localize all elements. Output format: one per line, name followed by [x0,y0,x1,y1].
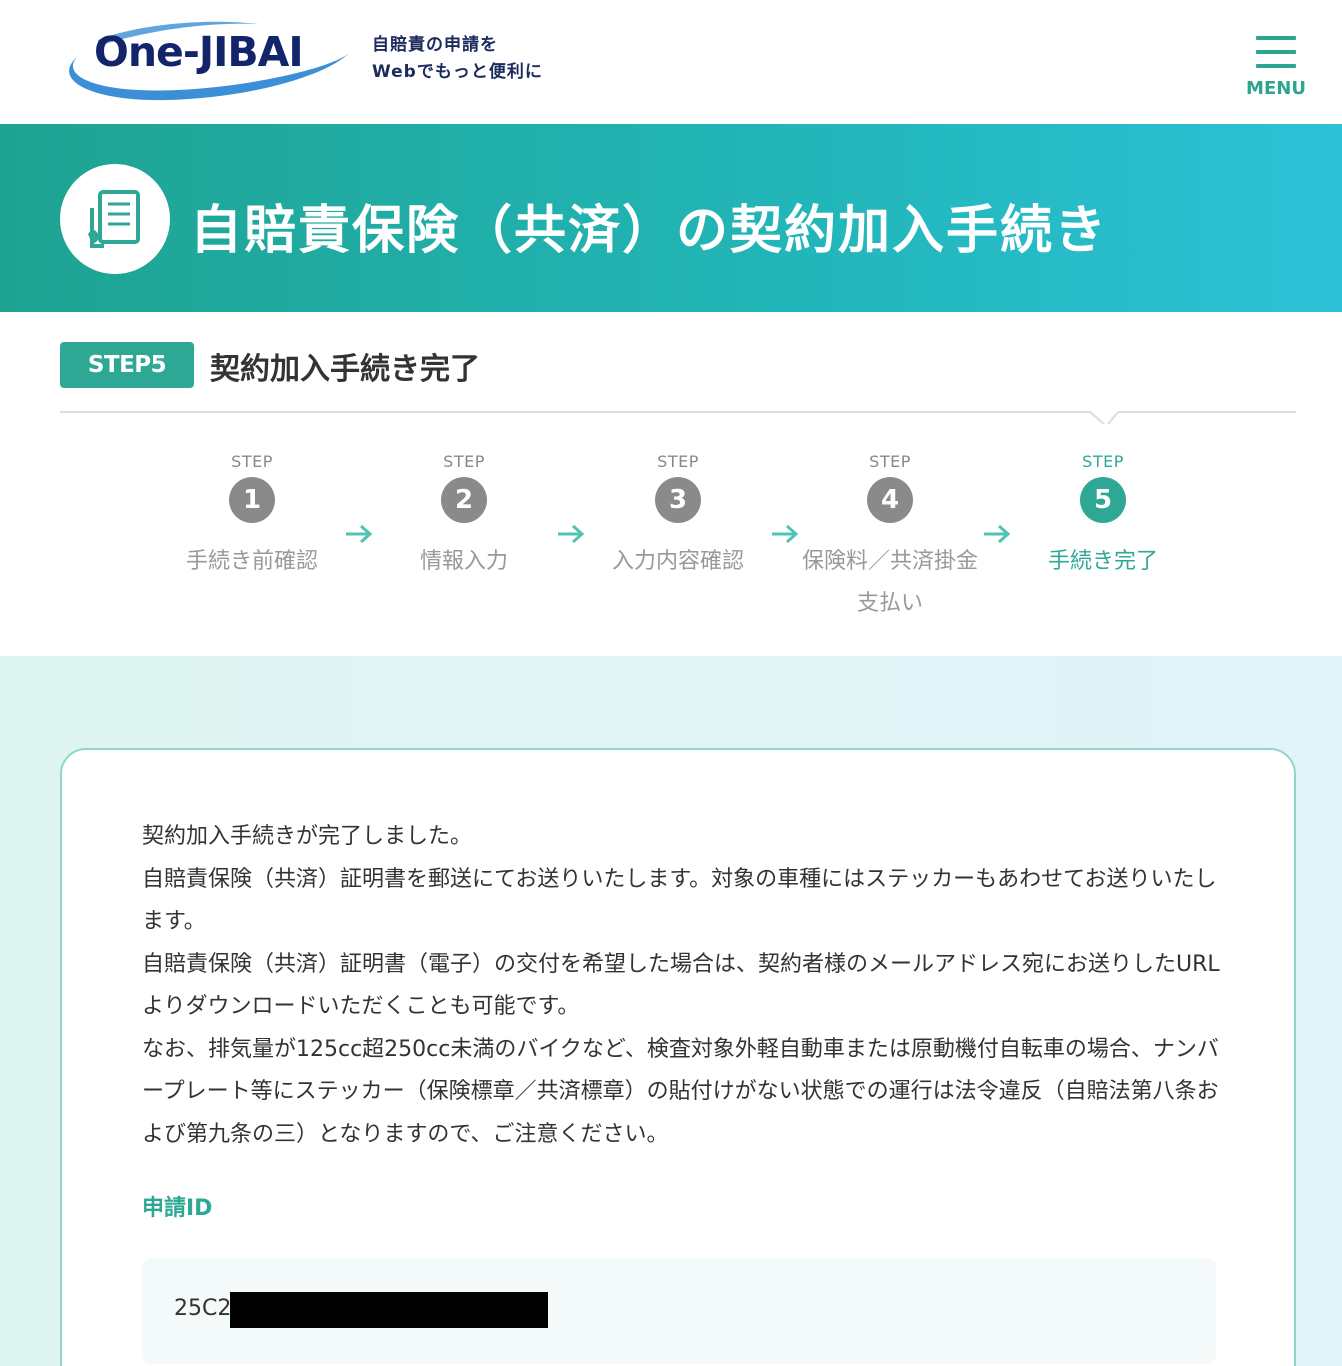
step-number: 5 [1080,477,1126,523]
document-icon [60,164,170,274]
logo-text: One-JIBAI [94,28,304,76]
stepper-step-2: STEP 2 情報入力 [374,452,554,583]
page-banner: 自賠責保険（共済）の契約加入手続き [0,124,1342,312]
site-header: One-JIBAI 自賠責の申請を Webでもっと便利に MENU [0,0,1342,124]
step-small-label: STEP [443,452,485,471]
step-number: 2 [441,477,487,523]
tagline-line2: Webでもっと便利に [372,62,543,82]
completion-card: 契約加入手続きが完了しました。 自賠責保険（共済）証明書を郵送にてお送りいたしま… [60,748,1296,1366]
hamburger-bar [1256,50,1296,54]
hamburger-bar [1256,64,1296,68]
step-small-label: STEP [1082,452,1124,471]
stepper-step-4: STEP 4 保険料／共済掛金支払い [790,452,990,625]
step-label: 手続き前確認 [185,549,318,574]
step-label: 情報入力 [419,549,508,574]
tagline-line1: 自賠責の申請を [372,35,498,55]
step-small-label: STEP [231,452,273,471]
completion-message: 契約加入手続きが完了しました。 自賠責保険（共済）証明書を郵送にてお送りいたしま… [142,816,1222,1156]
step-number: 4 [867,477,913,523]
step-small-label: STEP [657,452,699,471]
step-label: 手続き完了 [1047,549,1158,574]
message-paragraph: 契約加入手続きが完了しました。 [142,824,473,849]
step-number: 3 [655,477,701,523]
step-badge: STEP5 [60,342,194,388]
menu-label: MENU [1246,78,1306,99]
step-number: 1 [229,477,275,523]
arrow-right-icon [558,524,585,544]
page-title: 自賠責保険（共済）の契約加入手続き [190,201,1109,261]
stepper-step-3: STEP 3 入力内容確認 [588,452,768,583]
step-divider [60,411,1296,424]
stepper-step-5: STEP 5 手続き完了 [1013,452,1193,583]
stepper-step-1: STEP 1 手続き前確認 [162,452,342,583]
message-paragraph: 自賠責保険（共済）証明書を郵送にてお送りいたします。対象の車種にはステッカーもあ… [142,866,1217,935]
arrow-right-icon [984,524,1011,544]
arrow-right-icon [346,524,373,544]
tagline: 自賠責の申請を Webでもっと便利に [372,32,543,86]
application-id-label: 申請ID [142,1196,213,1221]
step-label: 入力内容確認 [611,549,744,574]
menu-button[interactable]: MENU [1246,36,1308,100]
application-id-box: 25C2 [142,1258,1216,1364]
step-title: 契約加入手続き完了 [210,352,480,387]
application-id-value: 25C2 [174,1296,232,1321]
redaction-bar [230,1292,548,1328]
message-paragraph: なお、排気量が125cc超250cc未満のバイクなど、検査対象外軽自動車または原… [142,1036,1219,1147]
hamburger-icon [1256,36,1296,40]
step-small-label: STEP [869,452,911,471]
step-label: 保険料／共済掛金支払い [801,549,978,616]
one-jibai-logo[interactable]: One-JIBAI [58,16,358,106]
message-paragraph: 自賠責保険（共済）証明書（電子）の交付を希望した場合は、契約者様のメールアドレス… [142,951,1220,1020]
